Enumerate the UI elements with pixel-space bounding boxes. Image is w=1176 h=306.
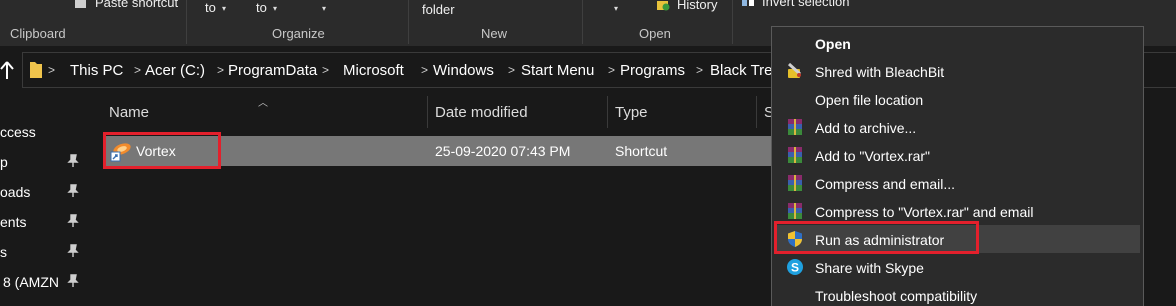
breadcrumb-acer-c[interactable]: Acer (C:) [145, 62, 205, 79]
open-dropdown-icon[interactable]: ▾ [614, 4, 618, 13]
clipboard-group-label: Clipboard [10, 26, 66, 41]
nav-item-documents[interactable]: ents [0, 214, 26, 230]
column-separator[interactable] [427, 96, 428, 128]
menu-item-label: Compress and email... [815, 176, 956, 192]
winrar-icon [788, 203, 802, 219]
menu-item-open[interactable]: Open [774, 29, 1140, 57]
pin-icon [67, 154, 79, 167]
menu-item-label: Share with Skype [815, 260, 924, 276]
nav-item-downloads[interactable]: oads [0, 184, 30, 200]
winrar-icon [788, 119, 802, 135]
pin-icon [67, 274, 79, 287]
menu-item-troubleshoot-compatibility[interactable]: Troubleshoot compatibility [774, 281, 1140, 306]
delete-dropdown-icon[interactable]: ▾ [322, 4, 326, 13]
ribbon-separator [408, 0, 409, 44]
menu-item-open-file-location[interactable]: Open file location [774, 85, 1140, 113]
column-header-date-modified[interactable]: Date modified [435, 104, 528, 121]
admin-highlight-box [774, 221, 979, 254]
ribbon-separator [582, 0, 583, 44]
file-highlight-box [103, 132, 221, 169]
column-header-name[interactable]: Name [109, 104, 149, 121]
menu-item-label: Add to archive... [815, 120, 917, 136]
chevron-right-icon[interactable]: > [48, 63, 55, 77]
menu-item-share-with-skype[interactable]: S Share with Skype [774, 253, 1140, 281]
chevron-down-icon[interactable]: ▾ [273, 4, 277, 13]
pin-icon [67, 244, 79, 257]
column-separator[interactable] [607, 96, 608, 128]
nav-item-drive[interactable]: 8 (AMZN [3, 274, 59, 290]
column-header-type[interactable]: Type [615, 104, 648, 121]
nav-item-desktop[interactable]: p [0, 154, 8, 170]
menu-item-label: Compress to "Vortex.rar" and email [815, 204, 1034, 220]
history-button[interactable]: History [677, 0, 717, 12]
winrar-icon [788, 175, 802, 191]
move-to-button[interactable]: to [205, 1, 216, 15]
breadcrumb-programs[interactable]: Programs [620, 62, 685, 79]
pin-icon [67, 184, 79, 197]
breadcrumb-microsoft[interactable]: Microsoft [343, 62, 404, 79]
menu-item-shred-bleachbit[interactable]: Shred with BleachBit [774, 57, 1140, 85]
folder-icon [30, 62, 42, 78]
sort-ascending-icon: ︿ [258, 98, 268, 109]
nav-item-pictures[interactable]: s [0, 244, 7, 260]
chevron-right-icon[interactable]: > [421, 63, 428, 77]
open-group-label: Open [639, 26, 671, 41]
breadcrumb-start-menu[interactable]: Start Menu [521, 62, 594, 79]
paste-shortcut-icon [75, 0, 86, 8]
menu-item-label: Troubleshoot compatibility [815, 288, 978, 304]
new-folder-button[interactable]: folder [422, 3, 455, 17]
bleachbit-icon [787, 62, 802, 78]
organize-group-label: Organize [272, 26, 325, 41]
chevron-right-icon[interactable]: > [217, 63, 224, 77]
paste-shortcut-button[interactable]: Paste shortcut [95, 0, 178, 10]
chevron-right-icon[interactable]: > [134, 63, 141, 77]
menu-item-label: Add to "Vortex.rar" [815, 148, 930, 164]
chevron-right-icon[interactable]: > [696, 63, 703, 77]
copy-to-button[interactable]: to [256, 1, 267, 15]
menu-item-label: Open file location [815, 92, 924, 108]
ribbon-separator [732, 0, 733, 44]
pin-icon [67, 214, 79, 227]
nav-item-quick-access[interactable]: ccess [0, 124, 36, 140]
menu-item-add-to-archive[interactable]: Add to archive... [774, 113, 1140, 141]
ribbon-separator [186, 0, 187, 44]
new-group-label: New [481, 26, 508, 41]
invert-selection-button[interactable]: Invert selection [762, 0, 849, 9]
chevron-right-icon[interactable]: > [608, 63, 615, 77]
chevron-right-icon[interactable]: > [508, 63, 515, 77]
chevron-right-icon[interactable]: > [322, 63, 329, 77]
svg-text:S: S [791, 261, 799, 275]
column-separator[interactable] [756, 96, 757, 128]
menu-item-compress-and-email[interactable]: Compress and email... [774, 169, 1140, 197]
chevron-down-icon[interactable]: ▾ [222, 4, 226, 13]
history-icon [657, 1, 670, 11]
breadcrumb-this-pc[interactable]: This PC [70, 62, 123, 79]
context-menu: Open Shred with BleachBit Open file loca… [771, 26, 1144, 306]
menu-item-add-to-vortex-rar[interactable]: Add to "Vortex.rar" [774, 141, 1140, 169]
invert-selection-icon [742, 0, 754, 6]
breadcrumb-programdata[interactable]: ProgramData [228, 62, 317, 79]
winrar-icon [788, 147, 802, 163]
skype-icon: S [787, 259, 803, 275]
up-arrow-icon[interactable] [0, 60, 14, 80]
breadcrumb-windows[interactable]: Windows [433, 62, 494, 79]
navigation-pane: ccess p oads ents s 8 (AMZN [0, 94, 86, 306]
file-type: Shortcut [615, 143, 668, 159]
file-date-modified: 25-09-2020 07:43 PM [435, 143, 571, 159]
menu-item-label: Open [815, 36, 851, 52]
menu-item-label: Shred with BleachBit [815, 64, 945, 80]
